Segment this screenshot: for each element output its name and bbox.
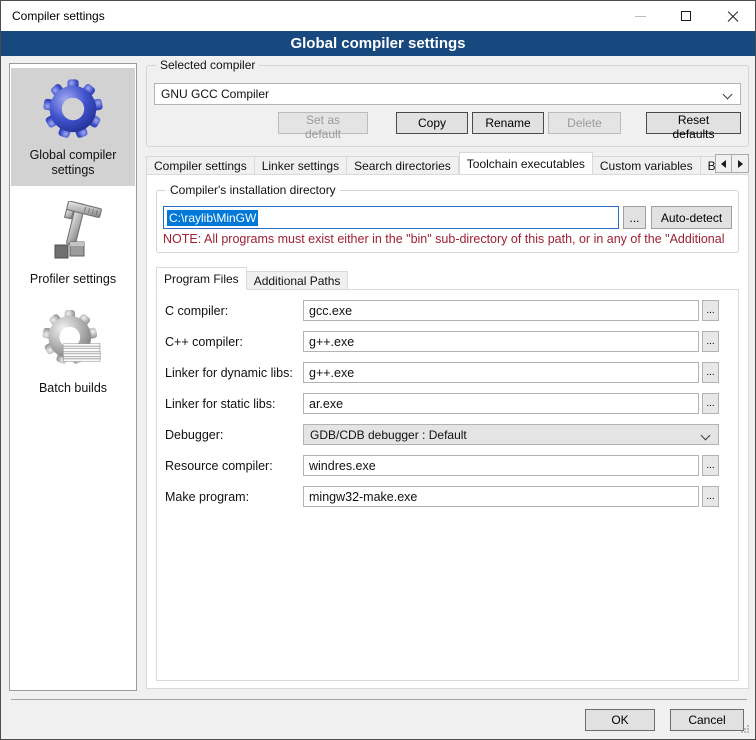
static-linker-browse-button[interactable]: ... [702,393,719,414]
compiler-settings-window: { "window": { "title": "Compiler setting… [0,0,756,740]
tab-linker-settings[interactable]: Linker settings [255,156,347,174]
chevron-down-icon [723,90,733,100]
maximize-icon [681,11,691,21]
toolchain-executables-page: Compiler's installation directory C:\ray… [146,174,749,689]
note-text: NOTE: All programs must exist either in … [163,232,732,246]
tab-scroll-buttons [715,154,749,173]
caption-buttons [617,1,755,31]
maximize-button[interactable] [663,1,709,31]
main-panel: Selected compiler GNU GCC Compiler Set a… [146,59,749,689]
minimize-button[interactable] [617,1,663,31]
dynamic-linker-row: Linker for dynamic libs: ... [165,362,719,383]
resize-grip[interactable] [741,731,743,733]
set-as-default-button[interactable]: Set as default [278,112,368,134]
tab-scroll-left-button[interactable] [715,154,732,173]
program-files-tabs: Program Files Additional Paths [156,266,739,289]
minimize-icon [635,16,646,17]
close-button[interactable] [709,1,755,31]
debugger-select-value: GDB/CDB debugger : Default [310,428,467,442]
tab-compiler-settings[interactable]: Compiler settings [146,156,255,174]
static-linker-input[interactable] [303,393,699,414]
window-title: Compiler settings [1,9,105,23]
tab-additional-paths[interactable]: Additional Paths [247,271,349,290]
installation-directory-group: Compiler's installation directory C:\ray… [156,190,739,253]
cancel-button[interactable]: Cancel [670,709,744,731]
caliper-icon [13,198,133,268]
compiler-buttons-row: Set as default Copy Rename Delete Reset … [147,112,748,134]
settings-category-list: Global compiler settings [9,63,137,691]
ok-button[interactable]: OK [585,709,655,731]
debugger-label: Debugger: [165,428,303,442]
sidebar-item-profiler-settings[interactable]: Profiler settings [11,192,135,295]
cpp-compiler-label: C++ compiler: [165,335,303,349]
sidebar-item-label: Profiler settings [13,272,133,287]
debugger-select[interactable]: GDB/CDB debugger : Default [303,424,719,445]
delete-button[interactable]: Delete [548,112,621,134]
triangle-right-icon [738,160,743,168]
close-icon [727,11,738,22]
auto-detect-button[interactable]: Auto-detect [651,206,732,229]
tab-search-directories[interactable]: Search directories [347,156,459,174]
gray-gear-stack-icon [13,307,133,377]
static-linker-row: Linker for static libs: ... [165,393,719,414]
c-compiler-label: C compiler: [165,304,303,318]
selected-compiler-group: Selected compiler GNU GCC Compiler Set a… [146,65,749,147]
compiler-select[interactable]: GNU GCC Compiler [154,83,741,105]
rename-button[interactable]: Rename [472,112,544,134]
compiler-select-value: GNU GCC Compiler [161,87,269,101]
install-path-browse-button[interactable]: ... [623,206,646,229]
resource-compiler-label: Resource compiler: [165,459,303,473]
install-path-input[interactable]: C:\raylib\MinGW [163,206,619,229]
dynamic-linker-input[interactable] [303,362,699,383]
resource-compiler-browse-button[interactable]: ... [702,455,719,476]
debugger-row: Debugger: GDB/CDB debugger : Default [165,424,719,445]
sidebar-item-label: Global compiler settings [13,148,133,178]
tab-toolchain-executables[interactable]: Toolchain executables [459,152,593,174]
settings-tabs: Compiler settings Linker settings Search… [146,151,749,174]
resource-compiler-input[interactable] [303,455,699,476]
titlebar: Compiler settings [1,1,755,31]
tab-custom-variables[interactable]: Custom variables [593,156,701,174]
copy-button[interactable]: Copy [396,112,468,134]
footer-buttons: OK Cancel [585,709,744,731]
dynamic-linker-label: Linker for dynamic libs: [165,366,303,380]
c-compiler-row: C compiler: ... [165,300,719,321]
chevron-down-icon [701,431,711,441]
c-compiler-browse-button[interactable]: ... [702,300,719,321]
static-linker-label: Linker for static libs: [165,397,303,411]
tab-program-files[interactable]: Program Files [156,267,247,290]
make-program-input[interactable] [303,486,699,507]
make-program-label: Make program: [165,490,303,504]
installation-directory-row: C:\raylib\MinGW ... Auto-detect [163,206,732,229]
blue-gear-icon [13,74,133,144]
c-compiler-input[interactable] [303,300,699,321]
footer-divider [11,699,747,700]
make-program-browse-button[interactable]: ... [702,486,719,507]
cpp-compiler-input[interactable] [303,331,699,352]
reset-defaults-button[interactable]: Reset defaults [646,112,741,134]
cpp-compiler-row: C++ compiler: ... [165,331,719,352]
installation-directory-group-label: Compiler's installation directory [166,183,340,197]
sidebar-item-label: Batch builds [13,381,133,396]
dynamic-linker-browse-button[interactable]: ... [702,362,719,383]
sidebar-item-global-compiler-settings[interactable]: Global compiler settings [11,68,135,186]
resource-compiler-row: Resource compiler: ... [165,455,719,476]
program-files-page: C compiler: ... C++ compiler: ... Linker… [156,289,739,681]
install-path-selected-text: C:\raylib\MinGW [167,210,258,226]
make-program-row: Make program: ... [165,486,719,507]
tab-scroll-right-button[interactable] [732,154,749,173]
dialog-banner: Global compiler settings [1,31,755,56]
sidebar-item-batch-builds[interactable]: Batch builds [11,301,135,404]
cpp-compiler-browse-button[interactable]: ... [702,331,719,352]
triangle-left-icon [721,160,726,168]
selected-compiler-group-label: Selected compiler [156,58,259,72]
